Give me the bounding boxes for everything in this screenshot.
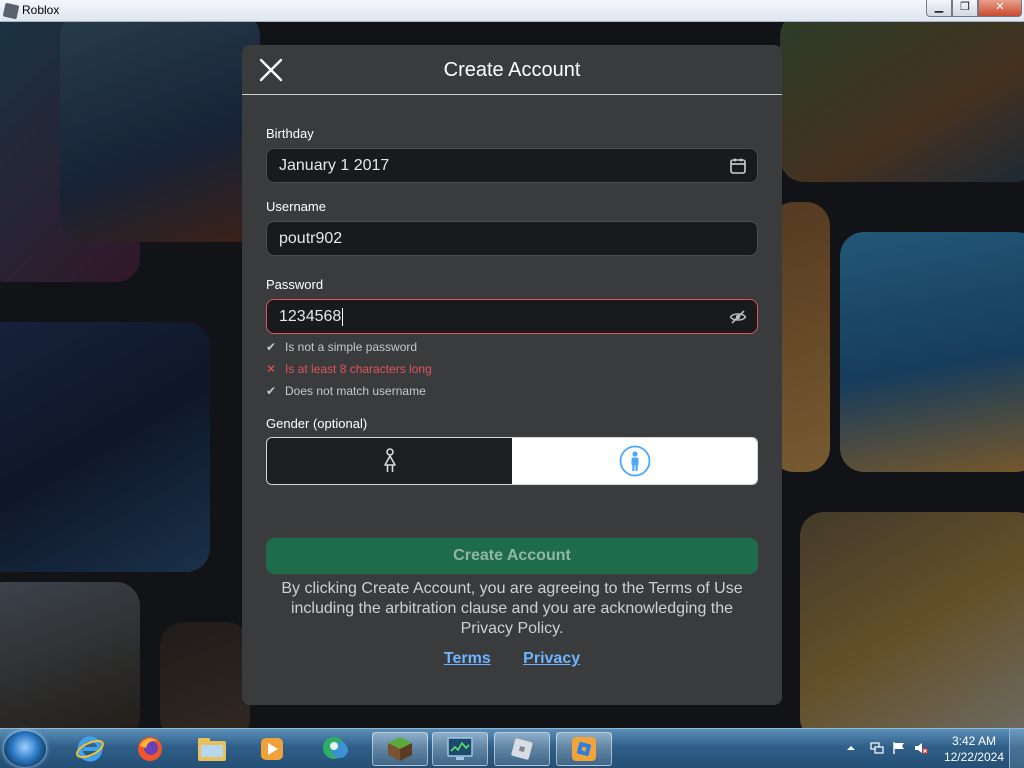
- internet-explorer-icon: [76, 736, 104, 762]
- show-hidden-icons-icon[interactable]: [846, 743, 856, 753]
- taskbar-app-minecraft[interactable]: [372, 732, 428, 766]
- taskbar-app-firefox[interactable]: [122, 732, 178, 766]
- password-rule-text: Does not match username: [285, 384, 426, 398]
- minecraft-icon: [388, 737, 412, 761]
- maximize-button[interactable]: ❐: [952, 0, 978, 17]
- legal-links: Terms Privacy: [242, 650, 782, 668]
- check-icon: ✔: [266, 384, 277, 398]
- x-mark-icon: ✕: [266, 362, 277, 376]
- password-rule-text: Is not a simple password: [285, 340, 418, 354]
- password-value: 1234568: [279, 308, 342, 325]
- eye-slash-icon[interactable]: [729, 308, 747, 326]
- volume-muted-icon[interactable]: [914, 741, 928, 755]
- gender-label: Gender (optional): [266, 416, 368, 431]
- password-field[interactable]: 1234568: [266, 299, 758, 334]
- taskbar-app-roblox-studio[interactable]: [556, 732, 612, 766]
- password-rule-length: ✕ Is at least 8 characters long: [266, 362, 432, 376]
- text-cursor: [342, 307, 344, 326]
- window-titlebar: Roblox ▁ ❐ ✕: [0, 0, 1024, 22]
- taskbar-app-task-manager[interactable]: [432, 732, 488, 766]
- window-title: Roblox: [22, 3, 60, 17]
- taskbar-app-internet-explorer[interactable]: [62, 732, 118, 766]
- firefox-icon: [138, 737, 162, 761]
- check-icon: ✔: [266, 340, 277, 354]
- taskbar-app-messenger[interactable]: [308, 732, 364, 766]
- create-account-dialog: Create Account Birthday January 1 2017 U…: [242, 45, 782, 705]
- gender-option-male[interactable]: [512, 438, 757, 484]
- window-controls: ▁ ❐ ✕: [926, 0, 1022, 18]
- clock-date: 12/22/2024: [943, 750, 1004, 764]
- roblox-icon: [511, 738, 533, 760]
- male-icon: [619, 445, 650, 477]
- file-explorer-icon: [198, 738, 226, 761]
- network-icon[interactable]: [870, 741, 884, 755]
- legal-notice: By clicking Create Account, you are agre…: [281, 580, 743, 637]
- birthday-label: Birthday: [266, 126, 314, 141]
- username-value: poutr902: [279, 230, 343, 247]
- taskbar-app-file-explorer[interactable]: [184, 732, 240, 766]
- dialog-header: Create Account: [242, 45, 782, 95]
- taskbar: 3:42 AM 12/22/2024: [0, 728, 1024, 768]
- show-desktop-button[interactable]: [1009, 729, 1024, 768]
- birthday-value: January 1 2017: [279, 157, 390, 174]
- taskbar-clock[interactable]: 3:42 AM 12/22/2024: [944, 733, 1004, 765]
- task-manager-icon: [447, 737, 473, 760]
- start-button[interactable]: [4, 731, 46, 767]
- privacy-link[interactable]: Privacy: [523, 650, 580, 667]
- media-player-icon: [261, 738, 283, 760]
- taskbar-app-media-player[interactable]: [244, 732, 300, 766]
- clock-time: 3:42 AM: [951, 734, 996, 748]
- terms-link[interactable]: Terms: [444, 650, 491, 667]
- roblox-studio-icon: [572, 737, 596, 761]
- create-account-button[interactable]: Create Account: [266, 538, 758, 574]
- female-icon: [383, 448, 396, 472]
- dialog-title: Create Account: [443, 59, 581, 81]
- minimize-button[interactable]: ▁: [926, 0, 952, 17]
- roblox-app-icon: [2, 2, 20, 20]
- password-label: Password: [266, 277, 324, 292]
- gender-selector: [266, 437, 758, 485]
- gender-option-female[interactable]: [267, 438, 512, 484]
- username-label: Username: [266, 199, 326, 214]
- birthday-field[interactable]: January 1 2017: [266, 148, 758, 183]
- window-close-button[interactable]: ✕: [978, 0, 1022, 17]
- calendar-icon[interactable]: [729, 157, 747, 175]
- taskbar-app-roblox[interactable]: [494, 732, 550, 766]
- password-rule-text: Is at least 8 characters long: [285, 362, 432, 376]
- messenger-icon: [323, 737, 348, 759]
- username-field[interactable]: poutr902: [266, 221, 758, 256]
- action-center-flag-icon[interactable]: [892, 741, 906, 755]
- password-rule-simple: ✔ Is not a simple password: [266, 340, 417, 354]
- password-rule-username: ✔ Does not match username: [266, 384, 426, 398]
- system-tray: 3:42 AM 12/22/2024: [834, 729, 1024, 768]
